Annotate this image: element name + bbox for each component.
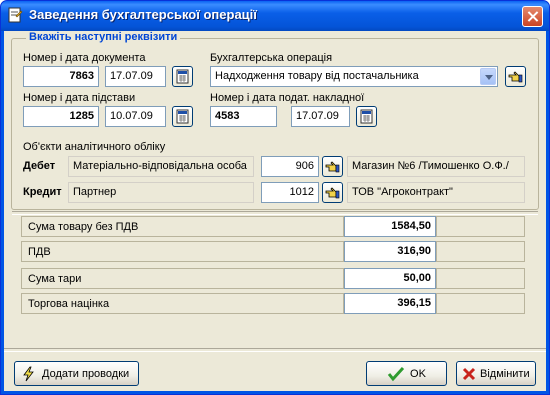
- basis-date-field[interactable]: 10.07.09: [105, 106, 166, 127]
- operation-value: Надходження товару від постачальника: [215, 70, 419, 82]
- footer-divider: [4, 348, 546, 352]
- credit-object-type: Партнер: [68, 182, 254, 203]
- pointing-hand-icon: [325, 187, 340, 199]
- close-icon[interactable]: [522, 6, 543, 27]
- summary-value[interactable]: 50,00: [344, 268, 436, 289]
- title-bar[interactable]: Заведення бухгалтерської операції: [1, 1, 549, 31]
- credit-label: Кредит: [23, 186, 62, 198]
- summary-value[interactable]: 1584,50: [344, 216, 436, 237]
- tax-invoice-number-field[interactable]: 4583: [210, 106, 277, 127]
- chevron-down-icon[interactable]: [480, 68, 496, 85]
- operation-select[interactable]: Надходження товару від постачальника: [210, 66, 498, 87]
- add-entries-button[interactable]: Додати проводки: [14, 361, 139, 386]
- cancel-label: Відмінити: [480, 367, 530, 380]
- x-icon: [462, 367, 476, 380]
- group-legend: Вкажіть наступні реквізити: [26, 31, 181, 43]
- summary-filler: [436, 268, 525, 289]
- tax-invoice-calendar-button[interactable]: [356, 106, 377, 127]
- summary-label: ПДВ: [21, 241, 344, 262]
- pointing-hand-icon: [508, 71, 523, 83]
- calendar-icon: [176, 69, 189, 84]
- tax-invoice-date-field[interactable]: 17.07.09: [291, 106, 350, 127]
- cancel-button[interactable]: Відмінити: [456, 361, 536, 386]
- credit-pick-button[interactable]: [322, 182, 343, 203]
- document-label: Номер і дата документа: [23, 52, 146, 64]
- credit-object-name: ТОВ "Агроконтракт": [347, 182, 525, 203]
- lightning-icon: [23, 366, 34, 381]
- debit-label: Дебет: [23, 160, 56, 172]
- credit-code-field[interactable]: 1012: [261, 182, 319, 203]
- summary-label: Сума товару без ПДВ: [21, 216, 344, 237]
- debit-code-field[interactable]: 906: [261, 156, 319, 177]
- summary-value[interactable]: 316,90: [344, 241, 436, 262]
- document-icon: [8, 7, 23, 23]
- summary-filler: [436, 216, 525, 237]
- debit-pick-button[interactable]: [322, 156, 343, 177]
- document-number-field[interactable]: 7863: [23, 66, 99, 87]
- summary-label: Торгова націнка: [21, 293, 344, 314]
- pointing-hand-icon: [325, 161, 340, 173]
- debit-object-name: Магазин №6 /Тимошенко О.Ф./: [347, 156, 525, 177]
- dialog-body: Вкажіть наступні реквізити Номер і дата …: [4, 31, 546, 391]
- calendar-icon: [176, 109, 189, 124]
- operation-pick-button[interactable]: [505, 66, 526, 87]
- debit-object-type: Матеріально-відповідальна особа: [68, 156, 254, 177]
- add-entries-label: Додати проводки: [42, 367, 130, 380]
- summary-filler: [436, 293, 525, 314]
- analytics-label: Об'єкти аналітичного обліку: [23, 141, 166, 153]
- basis-calendar-button[interactable]: [172, 106, 193, 127]
- operation-label: Бухгалтерська операція: [210, 52, 333, 64]
- basis-number-field[interactable]: 1285: [23, 106, 99, 127]
- tax-invoice-label: Номер і дата подат. накладної: [210, 92, 365, 104]
- document-date-field[interactable]: 17.07.09: [105, 66, 166, 87]
- summary-divider: [12, 211, 538, 215]
- checkmark-icon: [387, 366, 405, 381]
- ok-button[interactable]: OK: [366, 361, 447, 386]
- window-title: Заведення бухгалтерської операції: [29, 7, 257, 22]
- basis-label: Номер і дата підстави: [23, 92, 136, 104]
- document-calendar-button[interactable]: [172, 66, 193, 87]
- summary-filler: [436, 241, 525, 262]
- summary-value[interactable]: 396,15: [344, 293, 436, 314]
- ok-label: OK: [410, 367, 426, 380]
- summary-label: Сума тари: [21, 268, 344, 289]
- dialog-window: Заведення бухгалтерської операції Вкажіт…: [0, 0, 550, 395]
- calendar-icon: [360, 109, 373, 124]
